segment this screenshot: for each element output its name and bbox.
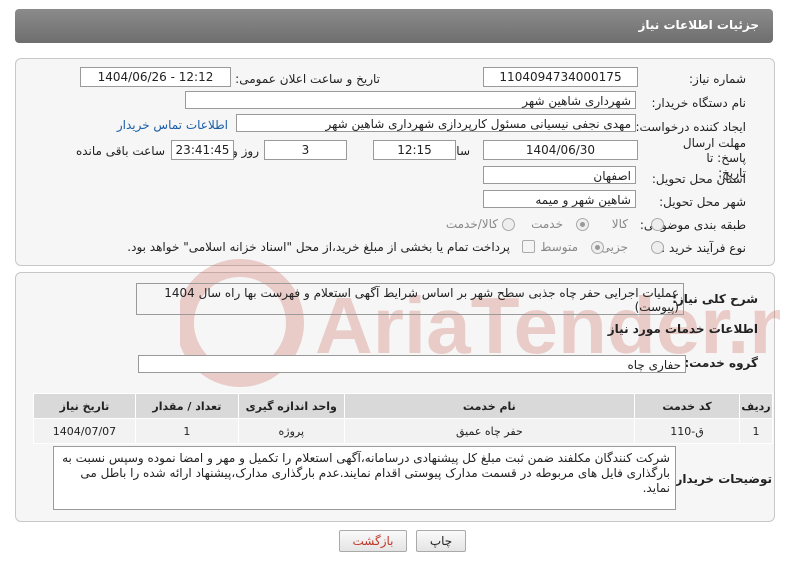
remaining-label: ساعت باقی مانده: [75, 144, 165, 158]
buyer-org-field: شهرداری شاهین شهر: [185, 91, 636, 109]
cell-quantity: 1: [134, 418, 239, 444]
services-table: تاریخ نیاز تعداد / مقدار واحد اندازه گیر…: [33, 393, 774, 444]
cell-date: 1404/07/07: [33, 418, 136, 444]
services-section-title: اطلاعات خدمات مورد نیاز: [607, 322, 758, 336]
cell-service-code: ق-110: [634, 418, 740, 444]
category-goods-radio[interactable]: [651, 218, 664, 231]
need-number-label: شماره نیاز:: [689, 72, 746, 86]
process-medium-label: متوسط: [540, 240, 578, 254]
province-label: استان محل تحویل:: [651, 172, 746, 186]
table-row: 1404/07/07 1 پروژه حفر چاه عمیق ق-110 1: [33, 418, 774, 444]
process-minor-radio[interactable]: [651, 241, 664, 254]
deadline-time-field: 12:15: [373, 140, 456, 160]
back-button[interactable]: بازگشت: [339, 530, 407, 552]
service-group-label: گروه خدمت:: [684, 356, 758, 370]
days-label: روز و: [232, 144, 259, 158]
treasury-payment-note: پرداخت تمام یا بخشی از مبلغ خرید،از محل …: [127, 240, 510, 254]
cell-service-name: حفر چاه عمیق: [343, 418, 636, 444]
service-group-field: حفاری چاه: [138, 355, 686, 373]
process-minor-label: جزیی: [600, 240, 628, 254]
remaining-time-field: 23:41:45: [171, 140, 234, 160]
print-button[interactable]: چاپ: [416, 530, 466, 552]
summary-text: عملیات اجرایی حفر چاه جذبی سطح شهر بر اس…: [164, 286, 679, 314]
days-field: 3: [264, 140, 347, 160]
announce-field: 1404/06/26 - 12:12: [80, 67, 231, 87]
summary-textarea: عملیات اجرایی حفر چاه جذبی سطح شهر بر اس…: [136, 283, 684, 315]
creator-label: ایجاد کننده درخواست:: [635, 120, 746, 134]
page-title: جزئیات اطلاعات نیاز: [638, 18, 759, 32]
buyer-notes-text: شرکت کنندگان مکلفند ضمن ثبت مبلغ کل پیشن…: [62, 451, 670, 495]
col-date: تاریخ نیاز: [33, 393, 136, 419]
category-goods-label: کالا: [611, 217, 628, 231]
city-label: شهر محل تحویل:: [659, 195, 746, 209]
announce-label: تاریخ و ساعت اعلان عمومی:: [235, 72, 380, 86]
col-unit: واحد اندازه گیری: [237, 393, 345, 419]
category-service-label: خدمت: [531, 217, 563, 231]
city-field: شاهین شهر و میمه: [483, 190, 636, 208]
cell-row: 1: [738, 418, 774, 444]
info-panel: [15, 58, 775, 266]
buyer-notes-box: شرکت کنندگان مکلفند ضمن ثبت مبلغ کل پیشن…: [53, 446, 676, 510]
deadline-date-field: 1404/06/30: [483, 140, 638, 160]
treasury-payment-checkbox[interactable]: [522, 240, 535, 253]
col-row: ردیف: [738, 393, 774, 419]
col-quantity: تعداد / مقدار: [134, 393, 239, 419]
services-table-header: تاریخ نیاز تعداد / مقدار واحد اندازه گیر…: [33, 393, 774, 419]
category-both-label: کالا/خدمت: [445, 217, 498, 231]
cell-unit: پروژه: [237, 418, 345, 444]
process-medium-radio[interactable]: [591, 241, 604, 254]
contact-info-link[interactable]: اطلاعات تماس خریدار: [117, 118, 228, 132]
category-service-radio[interactable]: [576, 218, 589, 231]
buyer-notes-label: توضیحات خریدار:: [670, 472, 772, 486]
province-field: اصفهان: [483, 166, 636, 184]
process-label: نوع فرآیند خرید :: [661, 241, 746, 255]
col-service-name: نام خدمت: [343, 393, 636, 419]
col-service-code: کد خدمت: [634, 393, 740, 419]
creator-field: مهدی نجفی نیسیانی مسئول کارپردازی شهردار…: [236, 114, 636, 132]
summary-label: شرح کلی نیاز:: [672, 292, 758, 306]
page-header: جزئیات اطلاعات نیاز: [15, 9, 773, 43]
category-both-radio[interactable]: [502, 218, 515, 231]
buyer-org-label: نام دستگاه خریدار:: [651, 96, 747, 110]
need-number-field: 1104094734000175: [483, 67, 638, 87]
